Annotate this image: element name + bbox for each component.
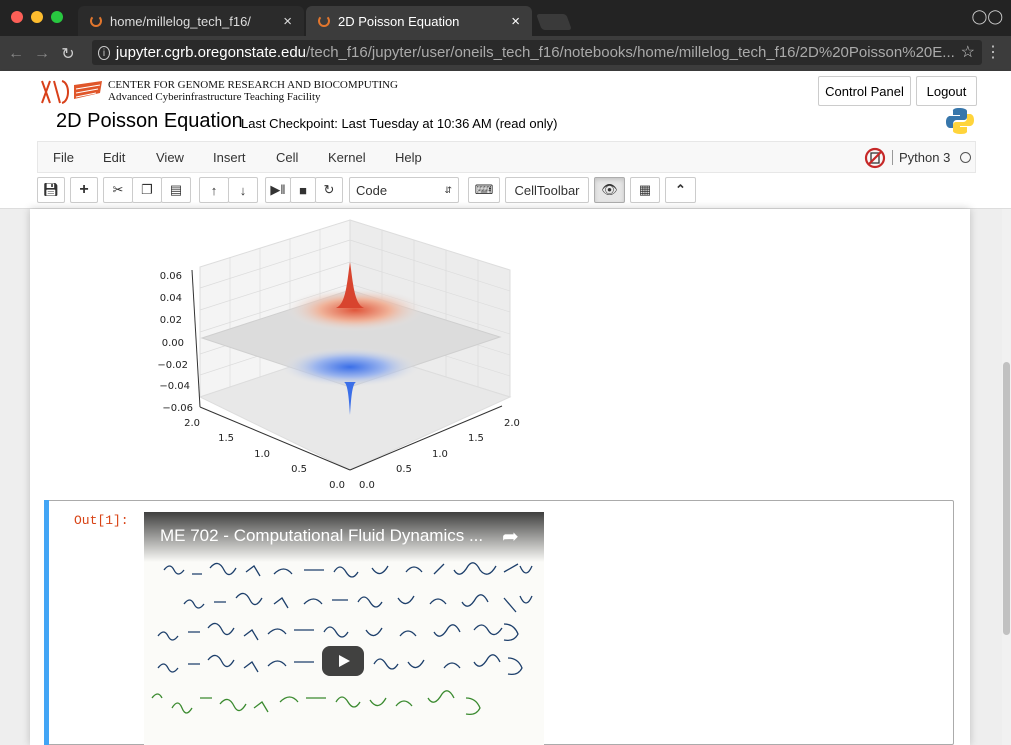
menu-view[interactable]: View xyxy=(156,150,184,165)
embedded-video[interactable]: ME 702 - Computational Fluid Dynamics ..… xyxy=(144,512,544,745)
menu-cell[interactable]: Cell xyxy=(276,150,298,165)
close-tab-icon[interactable]: × xyxy=(283,13,292,30)
y-tick-label: 0.0 xyxy=(359,480,375,491)
back-icon[interactable]: ← xyxy=(3,45,29,63)
z-tick-label: 0.00 xyxy=(162,338,184,349)
org-name: CENTER FOR GENOME RESEARCH AND BIOCOMPUT… xyxy=(108,79,398,91)
move-down-icon[interactable]: ↓ xyxy=(228,177,258,203)
jupyter-header: CENTER FOR GENOME RESEARCH AND BIOCOMPUT… xyxy=(0,71,1011,209)
x-tick-label: 2.0 xyxy=(184,418,200,429)
y-tick-label: 2.0 xyxy=(504,418,520,429)
close-tab-icon[interactable]: × xyxy=(511,13,520,30)
browser-tab-files[interactable]: home/millelog_tech_f16/ × xyxy=(78,6,304,36)
move-up-icon[interactable]: ↑ xyxy=(199,177,229,203)
surface-plot-3d: 0.06 0.04 0.02 0.00 −0.02 −0.04 −0.06 2.… xyxy=(157,219,520,491)
org-subtitle: Advanced Cyberinfrastructure Teaching Fa… xyxy=(108,91,321,103)
kernel-name: Python 3 xyxy=(892,150,950,165)
celltoolbar-button[interactable]: CellToolbar xyxy=(505,177,589,203)
browser-menu-icon[interactable]: ⋮ xyxy=(985,42,1001,62)
maximize-window-button[interactable] xyxy=(51,11,63,23)
logout-button[interactable]: Logout xyxy=(916,76,977,106)
menu-insert[interactable]: Insert xyxy=(213,150,246,165)
control-panel-button[interactable]: Control Panel xyxy=(818,76,911,106)
paste-icon[interactable]: ▤ xyxy=(161,177,191,203)
notebook-title[interactable]: 2D Poisson Equation xyxy=(56,110,243,133)
z-tick-label: 0.06 xyxy=(160,271,182,282)
new-tab-button[interactable] xyxy=(536,14,572,30)
cell-type-value: Code xyxy=(356,182,388,198)
menu-file[interactable]: File xyxy=(53,150,74,165)
keyboard-icon[interactable]: ⌨ xyxy=(468,177,500,203)
cell-type-select[interactable]: Code ⇵ xyxy=(349,177,459,203)
hide-code-icon[interactable]: 👁︎ xyxy=(594,177,625,203)
url-host: jupyter.cgrb.oregonstate.edu xyxy=(115,44,307,61)
kernel-idle-icon xyxy=(960,152,971,163)
python-logo xyxy=(946,108,974,134)
z-tick-label: −0.06 xyxy=(162,403,193,414)
y-tick-label: 1.5 xyxy=(468,433,484,444)
address-bar[interactable]: i jupyter.cgrb.oregonstate.edu/tech_f16/… xyxy=(92,40,982,65)
play-button[interactable] xyxy=(322,646,364,676)
forward-icon[interactable]: → xyxy=(29,45,55,63)
collapse-header-icon[interactable]: ⌃ xyxy=(665,177,696,203)
output-prompt: Out[1]: xyxy=(74,513,129,528)
selected-cell-indicator xyxy=(44,500,49,745)
scrollbar-thumb[interactable] xyxy=(1003,362,1010,635)
checkpoint-status: Last Checkpoint: Last Tuesday at 10:36 A… xyxy=(241,116,558,131)
close-window-button[interactable] xyxy=(11,11,23,23)
tab-label: 2D Poisson Equation xyxy=(338,13,460,29)
x-tick-label: 0.0 xyxy=(329,480,345,491)
y-tick-label: 1.0 xyxy=(432,449,448,460)
browser-tab-notebook[interactable]: 2D Poisson Equation × xyxy=(306,6,532,36)
stop-icon[interactable]: ■ xyxy=(290,177,316,203)
x-tick-label: 1.0 xyxy=(254,449,270,460)
kernel-readonly-icon xyxy=(864,147,886,169)
menu-bar: File Edit View Insert Cell Kernel Help P… xyxy=(37,141,976,173)
reload-icon[interactable]: ↻ xyxy=(55,44,81,64)
z-tick-label: 0.04 xyxy=(160,293,182,304)
bookmark-star-icon[interactable]: ☆ xyxy=(961,42,975,62)
share-icon[interactable]: ➦ xyxy=(502,524,519,549)
loading-icon xyxy=(318,15,330,27)
menu-help[interactable]: Help xyxy=(395,150,422,165)
incognito-icon: ◯◯ xyxy=(971,8,1003,24)
loading-icon xyxy=(90,15,102,27)
x-tick-label: 0.5 xyxy=(291,464,307,475)
z-tick-label: −0.04 xyxy=(159,381,190,392)
z-tick-label: −0.02 xyxy=(157,360,188,371)
x-tick-label: 1.5 xyxy=(218,433,234,444)
z-tick-label: 0.02 xyxy=(160,315,182,326)
save-icon[interactable]: 💾︎ xyxy=(37,177,65,203)
insert-cell-icon[interactable]: + xyxy=(70,177,98,203)
surface-negative-region xyxy=(280,347,420,387)
y-tick-label: 0.5 xyxy=(396,464,412,475)
minimize-window-button[interactable] xyxy=(31,11,43,23)
url-path: /tech_f16/jupyter/user/oneils_tech_f16/n… xyxy=(306,44,955,61)
copy-icon[interactable]: ❐ xyxy=(132,177,162,203)
cgrb-logo xyxy=(41,80,102,104)
restart-icon[interactable]: ↻ xyxy=(315,177,343,203)
menu-edit[interactable]: Edit xyxy=(103,150,125,165)
menu-kernel[interactable]: Kernel xyxy=(328,150,366,165)
tab-label: home/millelog_tech_f16/ xyxy=(110,13,251,29)
select-arrows-icon: ⇵ xyxy=(444,184,452,195)
tab-bar: home/millelog_tech_f16/ × 2D Poisson Equ… xyxy=(0,0,1011,36)
run-icon[interactable]: ▶‖ xyxy=(265,177,291,203)
cut-icon[interactable]: ✂ xyxy=(103,177,133,203)
video-title[interactable]: ME 702 - Computational Fluid Dynamics ..… xyxy=(160,526,483,546)
calculator-icon[interactable]: ▦ xyxy=(630,177,660,203)
info-icon[interactable]: i xyxy=(98,45,110,60)
